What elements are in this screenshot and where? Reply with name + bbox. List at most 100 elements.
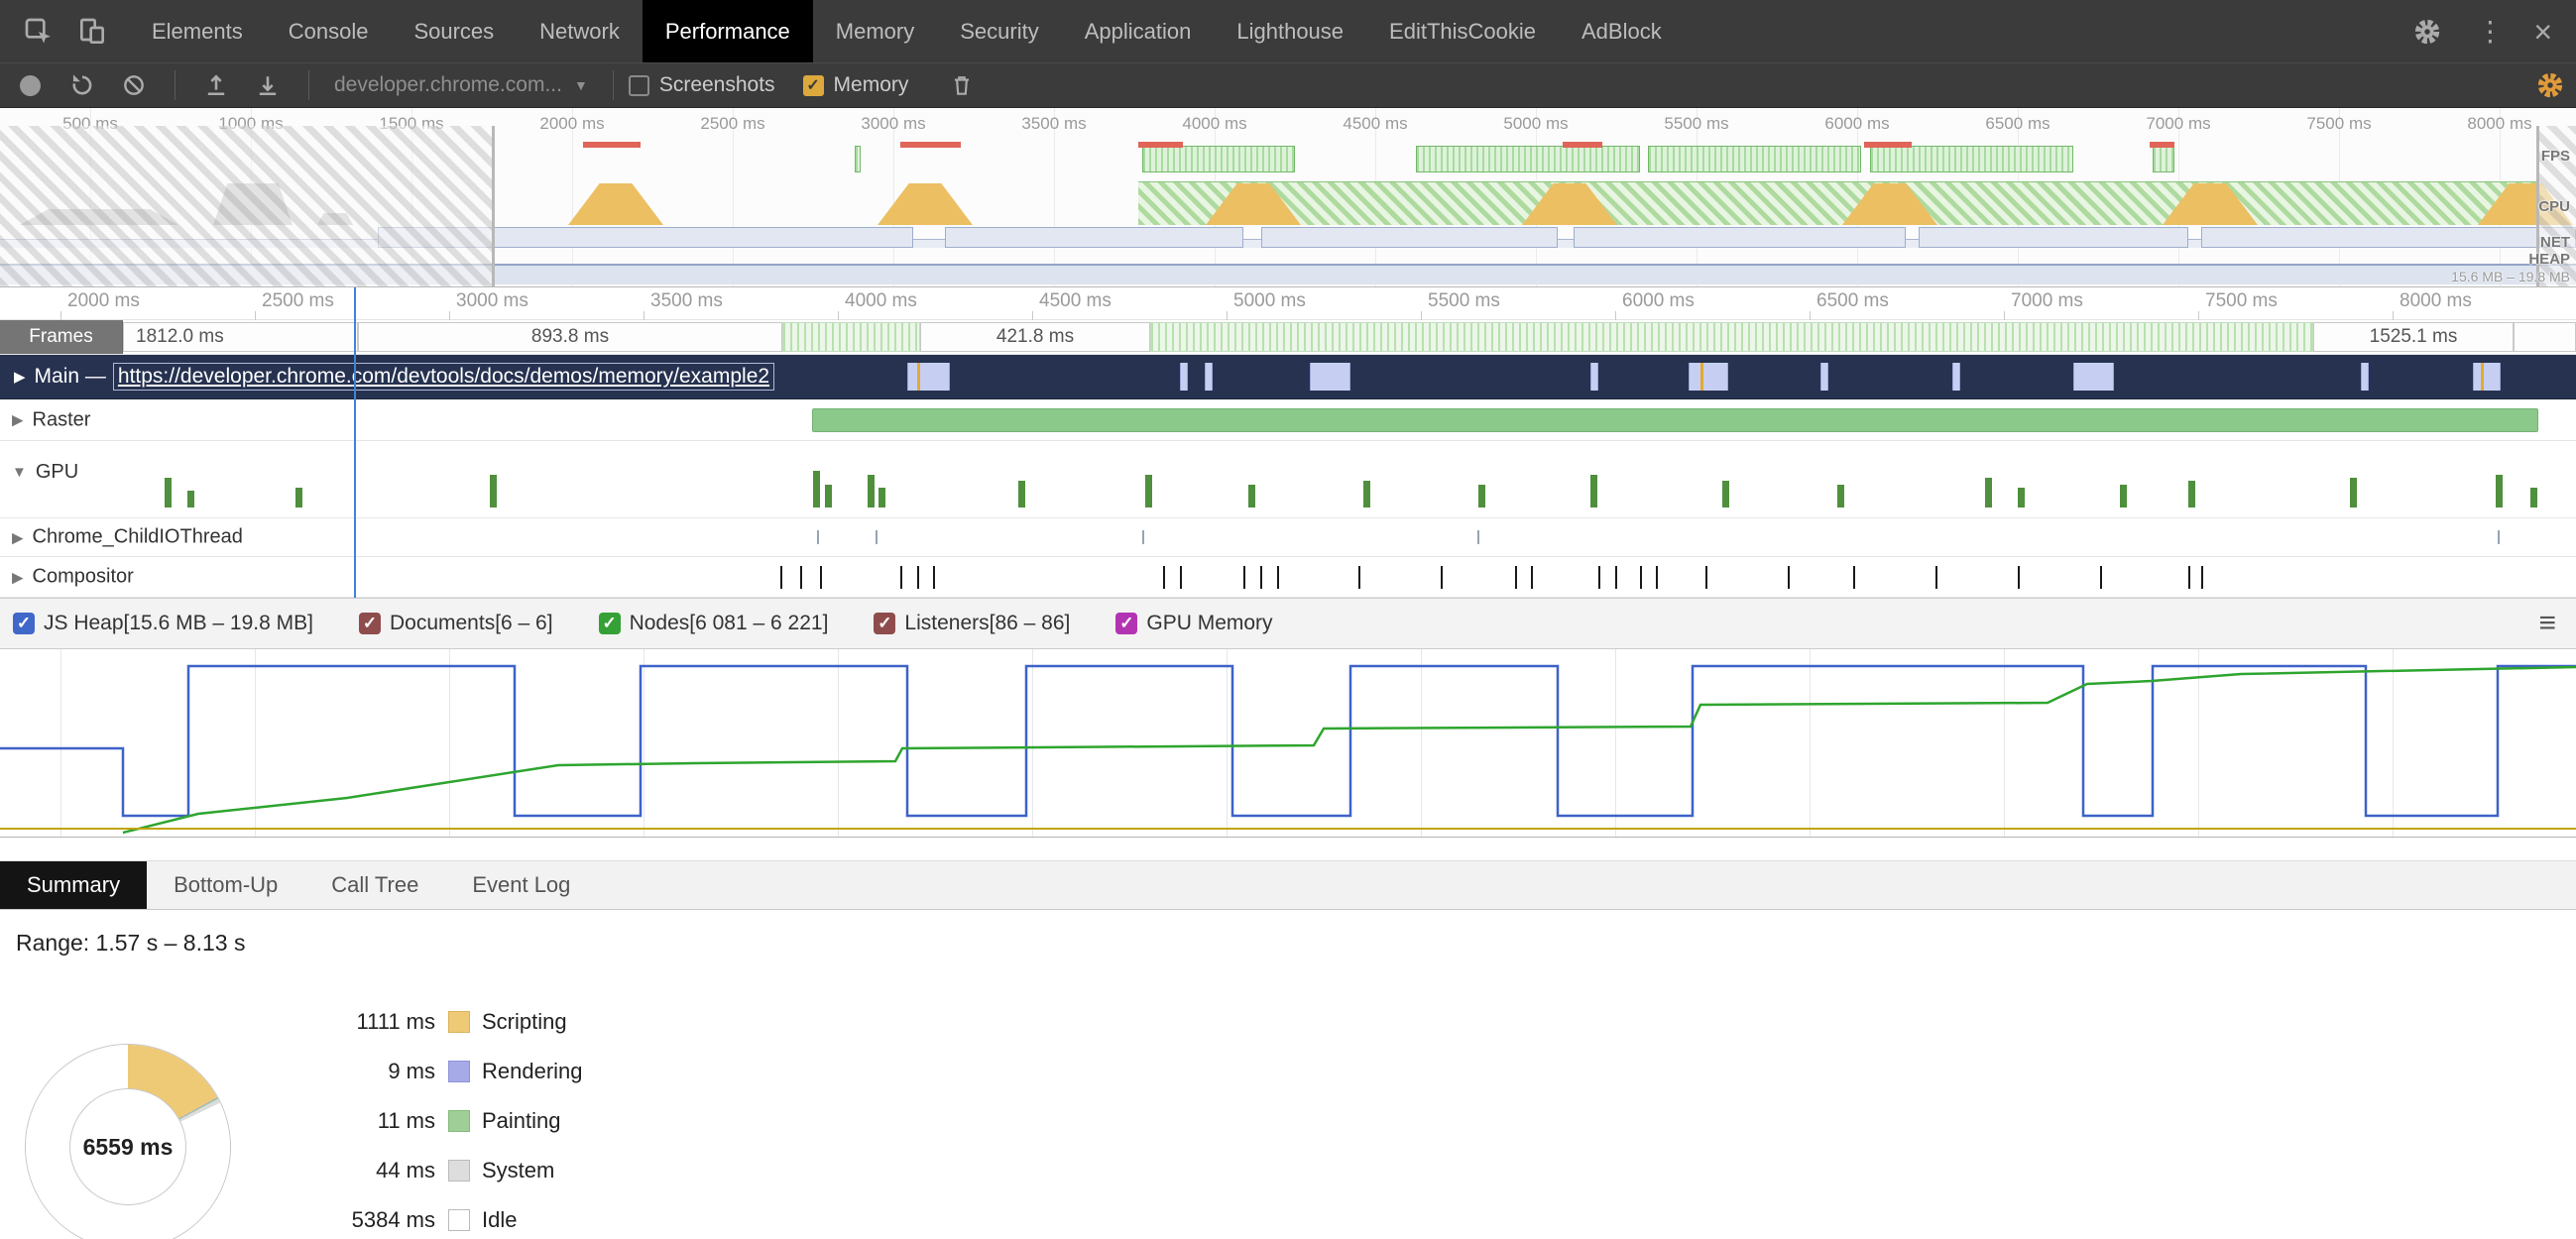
frame-block[interactable]	[2514, 322, 2576, 352]
record-button[interactable]	[20, 75, 41, 96]
collapse-triangle-icon[interactable]: ▶	[12, 568, 24, 586]
gpu-activity-bar[interactable]	[1985, 478, 1992, 507]
kebab-menu-icon[interactable]: ⋮	[2476, 18, 2504, 46]
collapse-triangle-icon[interactable]: ▶	[14, 368, 26, 386]
screenshots-checkbox-label[interactable]: Screenshots	[659, 73, 775, 97]
raster-track[interactable]: ▶ Raster	[0, 399, 2576, 441]
raster-activity-bar[interactable]	[812, 408, 2538, 432]
performance-settings-gear-icon[interactable]	[2532, 67, 2568, 103]
collapse-triangle-icon[interactable]: ▶	[12, 411, 24, 429]
main-activity-mark[interactable]	[2073, 363, 2114, 391]
tab-adblock[interactable]: AdBlock	[1559, 0, 1685, 62]
timeline-overview[interactable]: 500 ms1000 ms1500 ms2000 ms2500 ms3000 m…	[0, 108, 2576, 287]
reload-and-record-icon[interactable]	[64, 67, 100, 103]
gpu-activity-bar[interactable]	[1363, 481, 1370, 507]
tab-memory[interactable]: Memory	[813, 0, 937, 62]
counter-checkbox[interactable]: ✓	[599, 613, 621, 634]
screenshots-checkbox[interactable]	[629, 75, 649, 96]
tab-sources[interactable]: Sources	[391, 0, 517, 62]
main-activity-mark[interactable]	[1180, 363, 1188, 391]
gpu-activity-bar[interactable]	[1837, 485, 1844, 507]
settings-gear-icon[interactable]	[2408, 13, 2446, 51]
memory-counter[interactable]: ✓Documents[6 – 6]	[359, 612, 553, 635]
tab-editthiscookie[interactable]: EditThisCookie	[1366, 0, 1559, 62]
device-toolbar-icon[interactable]	[73, 13, 111, 51]
inspect-element-icon[interactable]	[20, 13, 58, 51]
main-activity-mark[interactable]	[1205, 363, 1213, 391]
gpu-activity-bar[interactable]	[490, 475, 497, 507]
gpu-activity-bar[interactable]	[2018, 488, 2025, 507]
frame-idle-block[interactable]	[782, 322, 920, 352]
memory-counter[interactable]: ✓GPU Memory	[1115, 612, 1272, 635]
main-activity-mark[interactable]	[907, 363, 950, 391]
gpu-activity-bar[interactable]	[1478, 485, 1485, 507]
trash-icon[interactable]	[944, 67, 980, 103]
tab-elements[interactable]: Elements	[129, 0, 266, 62]
counter-checkbox[interactable]: ✓	[359, 613, 381, 634]
main-activity-mark[interactable]	[1952, 363, 1960, 391]
legend-label[interactable]: Rendering	[482, 1059, 583, 1084]
bottom-tab-bottom-up[interactable]: Bottom-Up	[147, 861, 304, 909]
gpu-activity-bar[interactable]	[868, 475, 875, 507]
compositor-track[interactable]: ▶ Compositor	[0, 557, 2576, 598]
main-activity-mark[interactable]	[1820, 363, 1828, 391]
bottom-tab-event-log[interactable]: Event Log	[445, 861, 597, 909]
tab-lighthouse[interactable]: Lighthouse	[1214, 0, 1366, 62]
load-profile-icon[interactable]	[198, 67, 234, 103]
main-thread-track[interactable]: ▶ Main — https://developer.chrome.com/de…	[0, 355, 2576, 399]
legend-label[interactable]: System	[482, 1158, 554, 1183]
counter-checkbox[interactable]: ✓	[1115, 613, 1137, 634]
expand-triangle-icon[interactable]: ▼	[12, 464, 27, 481]
frame-block[interactable]: 893.8 ms	[358, 322, 782, 352]
hamburger-menu-icon[interactable]: ≡	[2538, 607, 2556, 640]
main-activity-mark[interactable]	[1689, 363, 1728, 391]
gpu-activity-bar[interactable]	[2530, 488, 2537, 507]
gpu-activity-bar[interactable]	[165, 478, 172, 507]
main-track-url[interactable]: https://developer.chrome.com/devtools/do…	[115, 365, 772, 389]
gpu-activity-bar[interactable]	[2496, 475, 2503, 507]
counter-checkbox[interactable]: ✓	[13, 613, 35, 634]
gpu-activity-bar[interactable]	[1590, 475, 1597, 507]
timeline-tracks-area[interactable]: 2000 ms2500 ms3000 ms3500 ms4000 ms4500 …	[0, 287, 2576, 598]
frame-block[interactable]: 1812.0 ms	[123, 322, 358, 352]
frame-block[interactable]: 1525.1 ms	[2313, 322, 2514, 352]
gpu-activity-bar[interactable]	[813, 471, 820, 507]
profile-select[interactable]: developer.chrome.com... ▼	[334, 73, 588, 97]
frames-track[interactable]: 1812.0 ms893.8 ms421.8 ms1525.1 ms Frame…	[0, 320, 2576, 355]
memory-graph[interactable]	[0, 649, 2576, 838]
frame-idle-block[interactable]	[1150, 322, 2313, 352]
gpu-activity-bar[interactable]	[187, 491, 194, 507]
tab-network[interactable]: Network	[517, 0, 643, 62]
gpu-activity-bar[interactable]	[825, 485, 832, 507]
save-profile-icon[interactable]	[250, 67, 286, 103]
playhead-cursor-line[interactable]	[354, 287, 356, 598]
selection-left-handle[interactable]	[492, 126, 495, 286]
collapse-triangle-icon[interactable]: ▶	[12, 528, 24, 546]
main-activity-mark[interactable]	[1310, 363, 1350, 391]
memory-counter[interactable]: ✓Listeners[86 – 86]	[874, 612, 1070, 635]
close-devtools-icon[interactable]: ×	[2533, 16, 2552, 48]
main-activity-mark[interactable]	[2473, 363, 2501, 391]
memory-checkbox[interactable]: ✓	[803, 75, 824, 96]
gpu-activity-bar[interactable]	[2188, 481, 2195, 507]
gpu-activity-bar[interactable]	[1722, 481, 1729, 507]
tab-application[interactable]: Application	[1062, 0, 1215, 62]
gpu-activity-bar[interactable]	[1145, 475, 1152, 507]
gpu-activity-bar[interactable]	[2120, 485, 2127, 507]
gpu-activity-bar[interactable]	[1248, 485, 1255, 507]
gpu-activity-bar[interactable]	[2350, 478, 2357, 507]
main-activity-mark[interactable]	[1590, 363, 1598, 391]
frame-block[interactable]: 421.8 ms	[920, 322, 1150, 352]
bottom-tab-call-tree[interactable]: Call Tree	[304, 861, 445, 909]
legend-label[interactable]: Scripting	[482, 1009, 567, 1035]
main-activity-mark[interactable]	[2361, 363, 2369, 391]
gpu-track[interactable]: ▼ GPU	[0, 441, 2576, 518]
gpu-activity-bar[interactable]	[295, 488, 302, 507]
summary-donut-chart[interactable]: 6559 ms	[26, 1045, 230, 1239]
clear-recording-icon[interactable]	[116, 67, 152, 103]
tab-security[interactable]: Security	[937, 0, 1061, 62]
bottom-tab-summary[interactable]: Summary	[0, 861, 147, 909]
gpu-activity-bar[interactable]	[878, 488, 885, 507]
memory-checkbox-label[interactable]: Memory	[834, 73, 909, 97]
legend-label[interactable]: Painting	[482, 1108, 561, 1134]
